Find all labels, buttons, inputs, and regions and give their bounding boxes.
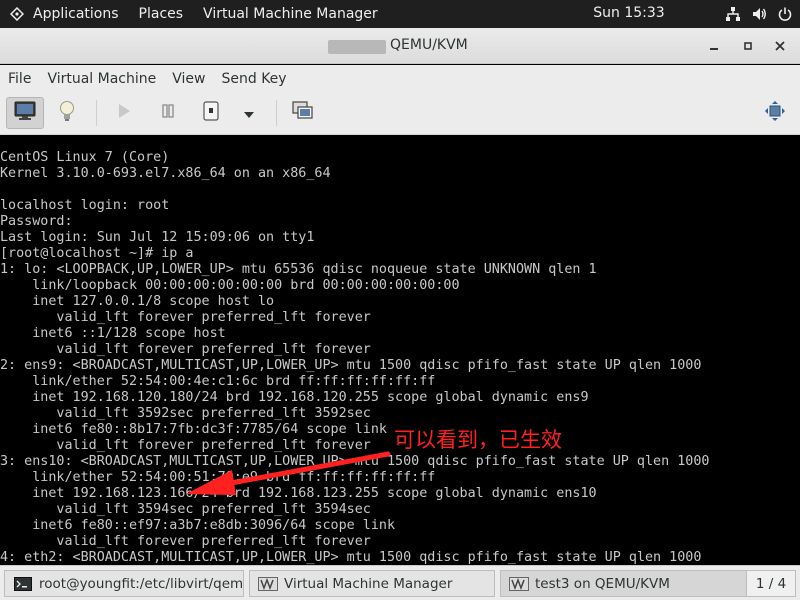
snapshots-icon [292,101,314,125]
menu-file[interactable]: File [0,65,39,92]
maximize-button[interactable] [738,36,758,56]
details-bulb-icon [58,100,76,126]
power-icon [776,5,794,23]
dropdown-arrow-icon [244,104,254,123]
menu-view[interactable]: View [164,65,213,92]
menu-bar: File Virtual Machine View Send Key [0,65,800,92]
pause-icon [160,103,176,123]
applications-label: Applications [33,6,119,22]
workspace-switcher[interactable]: 1 / 4 [746,570,796,597]
vmm-icon [509,576,529,591]
console-icon [14,101,36,125]
shutdown-dropdown-button[interactable] [234,97,264,129]
taskbar-label: test3 on QEMU/KVM [535,575,670,592]
shutdown-icon [202,101,220,125]
taskbar-item-vmm[interactable]: Virtual Machine Manager [249,570,495,597]
taskbar: root@youngfit:/etc/libvirt/qemu/... Virt… [0,565,800,600]
run-button[interactable] [107,97,141,129]
details-button[interactable] [50,97,84,129]
top-bar: Applications Places Virtual Machine Mana… [0,0,800,28]
terminal-icon [13,576,33,591]
volume-icon [750,5,768,23]
clock[interactable]: Sun 15:33 [135,5,664,21]
window-title: QEMU/KVM [390,37,468,53]
applications-icon [10,7,24,21]
window-titlebar[interactable]: QEMU/KVM [0,28,800,64]
close-button[interactable] [770,36,790,56]
taskbar-item-terminal[interactable]: root@youngfit:/etc/libvirt/qemu/... [4,570,244,597]
taskbar-label: Virtual Machine Manager [284,575,453,592]
menu-send-key[interactable]: Send Key [213,65,294,92]
vm-console[interactable]: CentOS Linux 7 (Core) Kernel 3.10.0-693.e… [0,136,800,565]
fullscreen-icon [764,100,786,126]
fullscreen-button[interactable] [758,97,792,129]
minimize-button[interactable] [704,36,724,56]
taskbar-item-test3[interactable]: test3 on QEMU/KVM [500,570,748,597]
toolbar [0,92,800,135]
annotation-arrow [186,451,391,495]
vmm-icon [258,576,278,591]
toolbar-separator [276,100,277,126]
blurred-vm-name [328,40,386,54]
applications-menu[interactable]: Applications [0,0,129,28]
toolbar-separator [96,100,97,126]
taskbar-label: root@youngfit:/etc/libvirt/qemu/... [39,575,244,592]
run-icon [116,103,132,123]
menu-virtual-machine[interactable]: Virtual Machine [39,65,164,92]
snapshots-button[interactable] [286,97,320,129]
annotation-text: 可以看到，已生效 [394,428,562,452]
network-icon [724,5,742,23]
console-button[interactable] [6,97,44,129]
shutdown-button[interactable] [194,97,228,129]
system-status-area[interactable] [724,0,794,28]
pause-button[interactable] [151,97,185,129]
